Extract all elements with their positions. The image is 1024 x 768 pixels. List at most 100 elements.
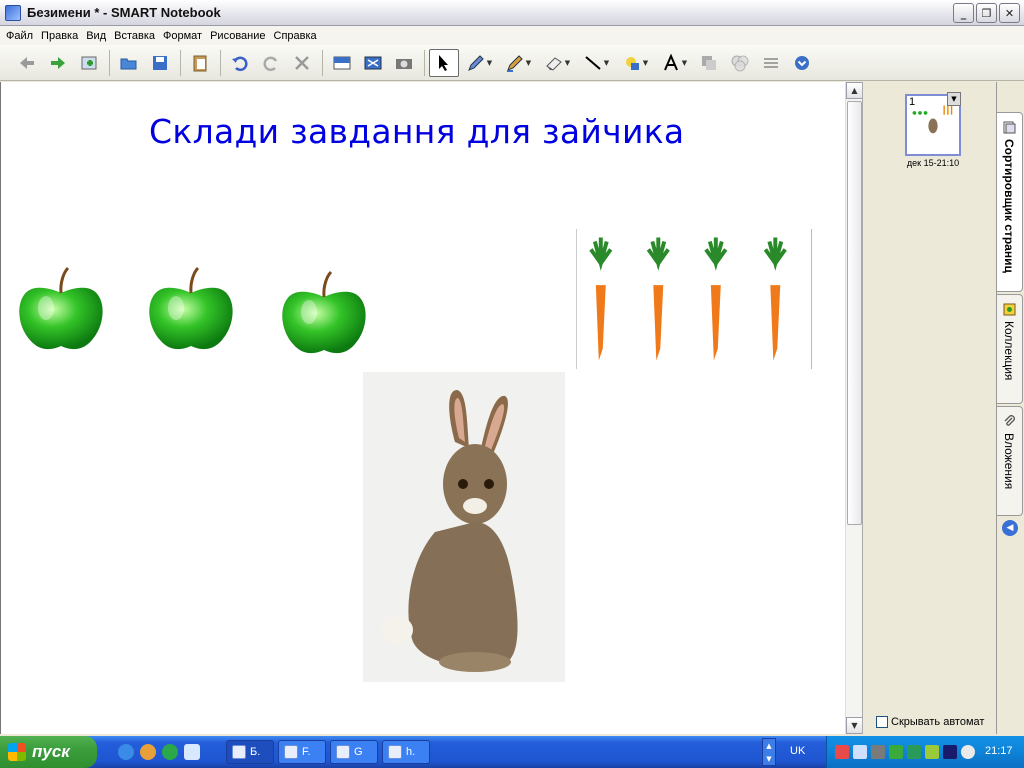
full-screen-icon <box>364 56 382 69</box>
autohide-checkbox[interactable] <box>876 716 888 728</box>
add-page-button[interactable] <box>74 49 104 77</box>
collapse-panel-button[interactable]: ◀ <box>1002 520 1018 536</box>
green-apple-image[interactable]: ☊ <box>6 260 116 360</box>
shape-tool-button[interactable]: ▼ <box>616 49 654 77</box>
add-page-icon <box>81 56 97 69</box>
menu-help[interactable]: Справка <box>272 30 323 42</box>
fill-button[interactable] <box>694 49 724 77</box>
dropdown-arrow-icon: ▼ <box>525 58 532 67</box>
transparency-icon <box>731 55 749 71</box>
taskbar-clock[interactable]: 21:17 <box>985 745 1013 757</box>
windows-logo-icon <box>8 743 26 761</box>
tray-app-icon[interactable] <box>835 745 849 759</box>
redo-icon <box>263 56 278 71</box>
tab-gallery[interactable]: Коллекция <box>997 294 1023 404</box>
scrollbar-thumb[interactable] <box>847 101 862 525</box>
arrow-right-icon <box>51 56 65 69</box>
tray-agent-icon[interactable] <box>925 745 939 759</box>
transparency-button[interactable] <box>725 49 755 77</box>
tab-page-sorter[interactable]: Сортировщик страниц <box>997 112 1023 292</box>
taskbar-item[interactable]: Б. <box>226 740 274 764</box>
previous-page-button[interactable] <box>12 49 42 77</box>
thumbnail-menu-button[interactable]: ▼ <box>947 92 961 106</box>
maximize-button[interactable]: ❐ <box>976 3 997 23</box>
paste-button[interactable] <box>185 49 215 77</box>
canvas-vertical-scrollbar[interactable]: ▲ ▼ <box>845 82 863 734</box>
creative-pen-button[interactable]: ▼ <box>499 49 537 77</box>
tray-battery-icon[interactable] <box>889 745 903 759</box>
start-button[interactable]: пуск <box>0 736 97 768</box>
tray-security-icon[interactable] <box>943 745 957 759</box>
menu-format[interactable]: Формат <box>161 30 208 42</box>
eraser-icon <box>546 56 562 71</box>
green-apple-image[interactable] <box>269 264 379 364</box>
green-apple-image[interactable] <box>136 260 246 360</box>
title-bar: Безимени * - SMART Notebook _ ❐ ✕ <box>0 0 1024 26</box>
taskbar-scroll-button[interactable]: ▲ ▼ <box>762 738 776 766</box>
media-quicklaunch-icon[interactable] <box>162 744 178 760</box>
ie-icon <box>284 745 298 759</box>
menu-draw[interactable]: Рисование <box>208 30 271 42</box>
menu-file[interactable]: Файл <box>4 30 39 42</box>
system-tray: 21:17 <box>826 736 1024 768</box>
folder-open-icon <box>120 58 137 69</box>
page-sorter-icon <box>1003 121 1016 134</box>
text-tool-button[interactable]: ▼ <box>655 49 693 77</box>
tray-safely-remove-icon[interactable] <box>907 745 921 759</box>
close-button[interactable]: ✕ <box>999 3 1020 23</box>
tray-volume-icon[interactable] <box>871 745 885 759</box>
delete-button[interactable] <box>287 49 317 77</box>
dropdown-arrow-icon: ▼ <box>681 58 688 67</box>
desktop-quicklaunch-icon[interactable] <box>184 744 200 760</box>
scroll-down-button[interactable]: ▼ <box>846 717 863 734</box>
capture-button[interactable] <box>389 49 419 77</box>
properties-button[interactable] <box>756 49 786 77</box>
menu-edit[interactable]: Правка <box>39 30 84 42</box>
floppy-icon <box>153 55 167 70</box>
rabbit-image[interactable] <box>363 372 565 682</box>
screen-shade-button[interactable] <box>327 49 357 77</box>
redo-button[interactable] <box>256 49 286 77</box>
tab-label-attachments: Вложения <box>1002 433 1016 490</box>
select-tool-button[interactable] <box>429 48 459 77</box>
gallery-icon <box>1003 303 1016 316</box>
smart-notebook-icon[interactable] <box>5 4 21 21</box>
ie-quicklaunch-icon[interactable] <box>118 744 134 760</box>
slide-title[interactable]: Склади завдання для зайчика <box>149 112 684 151</box>
properties-icon <box>764 57 778 68</box>
shapes-icon <box>625 56 639 70</box>
ie-icon <box>388 745 402 759</box>
window-title: Безимени * - SMART Notebook <box>27 5 221 20</box>
language-indicator[interactable]: UK <box>790 745 805 757</box>
carrots-image[interactable] <box>576 229 812 369</box>
full-screen-button[interactable] <box>358 49 388 77</box>
pen-tool-button[interactable]: ▼ <box>460 49 498 77</box>
carrot-icon <box>589 237 613 361</box>
start-label: пуск <box>32 742 70 761</box>
minimize-button[interactable]: _ <box>953 3 974 23</box>
firefox-quicklaunch-icon[interactable] <box>140 744 156 760</box>
more-tools-button[interactable] <box>787 49 817 77</box>
taskbar-item[interactable]: G <box>330 740 378 764</box>
menu-insert[interactable]: Вставка <box>112 30 161 42</box>
menu-view[interactable]: Вид <box>84 30 112 42</box>
save-button[interactable] <box>145 49 175 77</box>
autohide-control[interactable]: Скрывать автомат <box>876 716 984 728</box>
line-tool-button[interactable]: ▼ <box>577 49 615 77</box>
open-file-button[interactable] <box>114 49 144 77</box>
notebook-canvas[interactable]: Склади завдання для зайчика ☊ <box>0 82 845 734</box>
tab-attachments[interactable]: Вложения <box>997 406 1023 516</box>
paperclip-icon <box>1004 415 1015 426</box>
line-icon <box>585 55 601 70</box>
scroll-up-button[interactable]: ▲ <box>846 82 863 99</box>
taskbar-item[interactable]: h. <box>382 740 430 764</box>
undo-button[interactable] <box>225 49 255 77</box>
next-page-button[interactable] <box>43 49 73 77</box>
arrow-left-icon <box>20 56 34 69</box>
ie-icon <box>336 745 350 759</box>
menu-bar: Файл Правка Вид Вставка Формат Рисование… <box>0 26 1024 45</box>
taskbar-item[interactable]: F. <box>278 740 326 764</box>
tray-network-icon[interactable] <box>853 745 867 759</box>
tray-media-icon[interactable] <box>961 745 975 759</box>
eraser-tool-button[interactable]: ▼ <box>538 49 576 77</box>
